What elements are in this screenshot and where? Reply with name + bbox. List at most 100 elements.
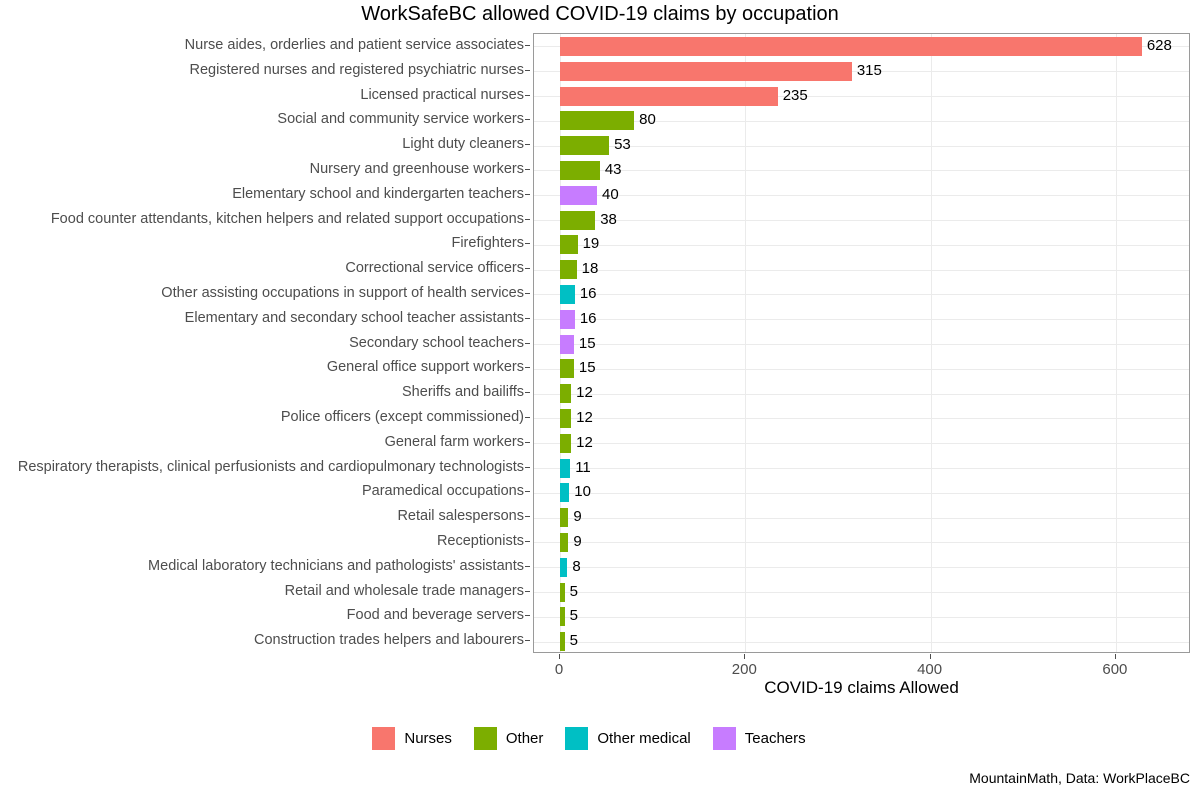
bar-value-label: 12: [576, 433, 593, 451]
bar-value-label: 15: [578, 334, 596, 352]
bar-row[interactable]: 5: [534, 604, 1189, 629]
bar[interactable]: [560, 409, 572, 428]
bar[interactable]: [560, 533, 569, 552]
bar[interactable]: [560, 384, 572, 404]
bar[interactable]: [560, 61, 852, 81]
legend-item[interactable]: Other medical: [565, 727, 691, 750]
bar[interactable]: [560, 458, 571, 478]
x-axis-tick-mark: [559, 654, 560, 659]
y-axis-tick-mark: [525, 144, 530, 146]
bar[interactable]: [560, 334, 574, 354]
bar-row[interactable]: 5: [534, 580, 1189, 605]
y-axis-tick-label: Nursery and greenhouse workers: [310, 157, 530, 182]
bar-row[interactable]: 5: [534, 629, 1189, 652]
x-axis-title: COVID-19 claims Allowed: [764, 678, 959, 697]
bar-value-label: 8: [572, 557, 581, 575]
bar[interactable]: [560, 508, 569, 528]
bar-value-label: 16: [579, 309, 597, 327]
bar-row[interactable]: 16: [534, 282, 1189, 307]
bar[interactable]: [560, 557, 568, 577]
bar[interactable]: [560, 607, 565, 627]
legend-item[interactable]: Teachers: [712, 727, 806, 750]
bar-row[interactable]: 235: [534, 84, 1189, 109]
bar-row[interactable]: 12: [534, 381, 1189, 406]
y-axis-tick-mark: [525, 193, 530, 195]
bar-value-label: 5: [569, 582, 578, 600]
bar-row[interactable]: 15: [534, 332, 1189, 357]
y-axis-tick-mark: [525, 243, 530, 245]
bar-row[interactable]: 12: [534, 431, 1189, 456]
x-axis-tick-label: 400: [917, 661, 943, 678]
legend-item[interactable]: Other: [473, 727, 543, 750]
bar-row[interactable]: 53: [534, 133, 1189, 158]
x-axis-tick-label: 0: [554, 661, 564, 678]
bar[interactable]: [560, 483, 570, 503]
y-axis-tick-label: Correctional service officers: [345, 256, 530, 281]
y-axis-tick-mark: [525, 367, 530, 369]
bar[interactable]: [560, 632, 565, 652]
y-axis-tick-label: Retail and wholesale trade managers: [285, 579, 530, 604]
bar[interactable]: [560, 210, 596, 230]
bar-row[interactable]: 9: [534, 530, 1189, 555]
bar[interactable]: [560, 136, 610, 156]
bar[interactable]: [560, 433, 572, 453]
bar-row[interactable]: 15: [534, 356, 1189, 381]
bar-value-label: 315: [856, 61, 882, 79]
bar-value-label: 5: [569, 607, 578, 625]
x-axis-tick-mark: [929, 654, 931, 659]
y-axis-tick-mark: [525, 491, 530, 493]
bar-row[interactable]: 628: [534, 34, 1189, 59]
bar[interactable]: [560, 285, 575, 304]
y-axis-tick-label: Registered nurses and registered psychia…: [190, 58, 530, 83]
bar-row[interactable]: 9: [534, 505, 1189, 530]
y-axis-tick-mark: [525, 45, 530, 46]
y-axis-tick-mark: [525, 69, 530, 71]
bar-row[interactable]: 40: [534, 183, 1189, 208]
y-axis-tick-mark: [525, 640, 530, 642]
y-axis-tick-mark: [525, 218, 530, 220]
bar[interactable]: [560, 37, 1142, 56]
bar[interactable]: [560, 161, 600, 180]
bar-row[interactable]: 16: [534, 307, 1189, 332]
bar[interactable]: [560, 260, 577, 280]
y-axis-tick-mark: [525, 541, 530, 542]
bar-row[interactable]: 43: [534, 158, 1189, 183]
bar[interactable]: [560, 582, 565, 602]
bar-value-label: 40: [602, 185, 619, 203]
bar-row[interactable]: 12: [534, 406, 1189, 431]
y-axis-tick-label: Police officers (except commissioned): [281, 405, 530, 430]
bar[interactable]: [560, 185, 598, 205]
y-axis-tick-label: Secondary school teachers: [349, 331, 530, 356]
chart-figure: WorkSafeBC allowed COVID-19 claims by oc…: [0, 0, 1200, 797]
bar[interactable]: [560, 111, 635, 131]
bar-row[interactable]: 8: [534, 555, 1189, 580]
y-axis-tick-label: Construction trades helpers and labourer…: [254, 628, 530, 653]
legend-color-swatch: [565, 727, 589, 750]
bar-value-label: 19: [582, 235, 600, 253]
bar-row[interactable]: 11: [534, 456, 1189, 481]
bar-row[interactable]: 315: [534, 59, 1189, 84]
y-axis-labels: Nurse aides, orderlies and patient servi…: [0, 33, 530, 653]
bar-row[interactable]: 18: [534, 257, 1189, 282]
bar[interactable]: [560, 86, 778, 106]
y-axis-tick-label: Nurse aides, orderlies and patient servi…: [185, 33, 530, 58]
bar-row[interactable]: 10: [534, 480, 1189, 505]
bar-row[interactable]: 19: [534, 232, 1189, 257]
legend-item[interactable]: Nurses: [372, 727, 452, 750]
bar[interactable]: [560, 359, 574, 379]
y-axis-tick-label: Social and community service workers: [277, 107, 530, 132]
bar-value-label: 43: [604, 161, 622, 178]
bar-value-label: 80: [639, 111, 656, 129]
bar-value-label: 16: [579, 285, 597, 302]
y-axis-tick-mark: [525, 268, 530, 270]
plot-panel: 628 315 235 80 53 43 40 38 19 18 16 16 15 15 12 12 12 11 1…: [533, 33, 1190, 653]
legend-label: Other medical: [597, 730, 691, 747]
bar-value-label: 15: [578, 359, 596, 377]
x-axis-tick-mark: [1114, 654, 1116, 659]
bar-row[interactable]: 80: [534, 108, 1189, 133]
bar-row[interactable]: 38: [534, 208, 1189, 233]
bar[interactable]: [560, 235, 578, 255]
bar-value-label: 11: [575, 458, 591, 476]
bar[interactable]: [560, 309, 575, 329]
bar-value-label: 12: [576, 384, 593, 402]
